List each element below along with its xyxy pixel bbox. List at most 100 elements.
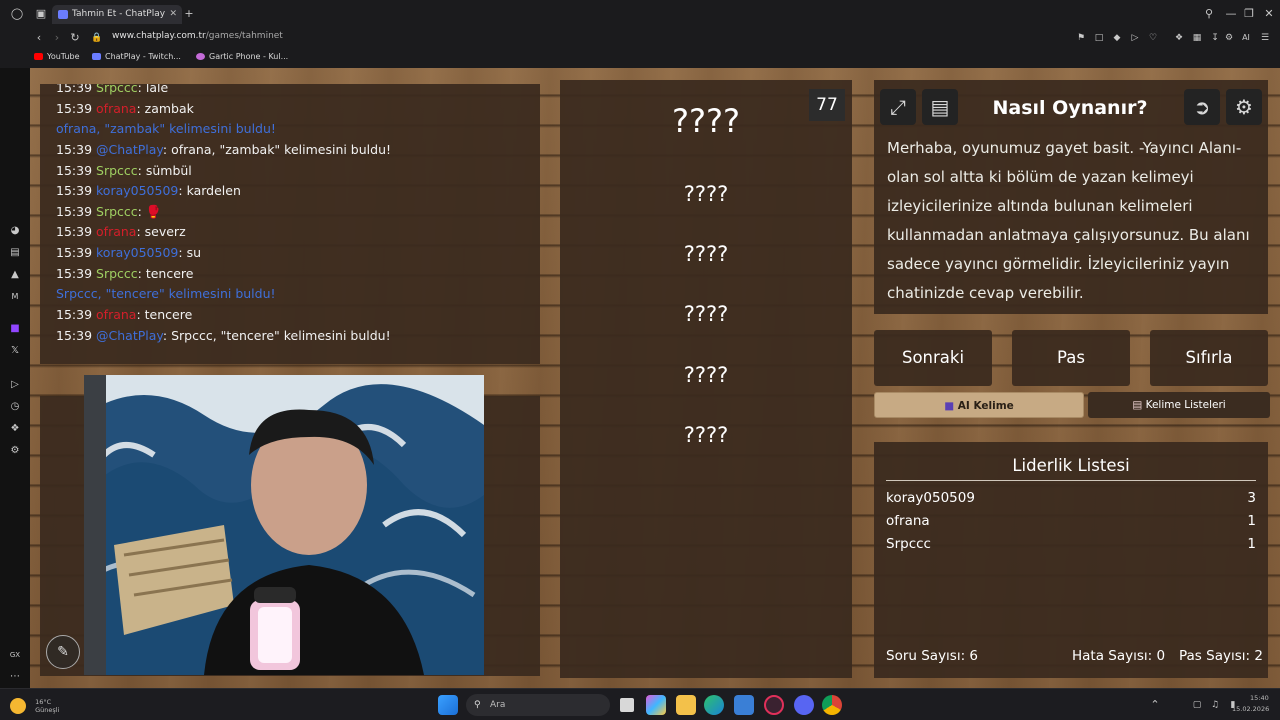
bookmark-chatplay[interactable]: ChatPlay - Twitch...	[92, 52, 181, 61]
message-username[interactable]: ofrana	[96, 101, 136, 116]
player-icon[interactable]: ▷	[8, 378, 22, 392]
exit-button[interactable]: ➲	[1184, 89, 1220, 125]
bookmark-gartic[interactable]: Gartic Phone - Kul...	[196, 52, 288, 61]
forward-icon[interactable]: ›	[50, 31, 64, 45]
extensions-sidebar-icon[interactable]: ❖	[8, 422, 22, 436]
windows-start-icon[interactable]	[438, 695, 458, 715]
tab-close-icon[interactable]: ✕	[169, 5, 177, 24]
download-icon[interactable]: ↧	[1208, 31, 1222, 45]
lock-icon: 🔒	[91, 33, 103, 43]
search-tabs-icon[interactable]: ⚲	[1202, 7, 1216, 21]
notes-button[interactable]: ▤	[922, 89, 958, 125]
message-text: Srpccc, "tencere" kelimesini buldu!	[171, 328, 391, 343]
minimize-icon[interactable]: —	[1224, 7, 1238, 21]
forbidden-word: ????	[683, 302, 729, 326]
message-text: tencere	[145, 266, 194, 281]
message-username[interactable]: Srpccc	[96, 204, 138, 219]
tab-tahmin-et[interactable]: Tahmin Et - ChatPlay ✕	[52, 5, 182, 24]
message-time: 15:39	[56, 307, 93, 322]
clock-time[interactable]: 15:40	[1250, 694, 1269, 702]
system-text: ofrana, "zambak" kelimesini buldu!	[56, 121, 276, 136]
bag-icon[interactable]: ▤	[8, 246, 22, 260]
message-username[interactable]: Srpccc	[96, 266, 138, 281]
message-time: 15:39	[56, 204, 93, 219]
opera-gx-icon[interactable]	[764, 695, 784, 715]
ai-word-tab[interactable]: ■ AI Kelime	[874, 392, 1084, 418]
message-time: 15:39	[56, 328, 93, 343]
youtube-icon	[34, 53, 43, 60]
snapshot-icon[interactable]: □	[1092, 31, 1106, 45]
message-username[interactable]: ofrana	[96, 224, 136, 239]
url-field[interactable]: www.chatplay.com.tr/games/tahminet	[112, 31, 283, 41]
forbidden-word: ????	[683, 182, 729, 206]
message-time: 15:39	[56, 266, 93, 281]
reset-button[interactable]: Sıfırla	[1150, 330, 1268, 386]
wallet-icon[interactable]: ▦	[1190, 31, 1204, 45]
maximize-icon[interactable]: ❐	[1242, 7, 1256, 21]
taskbar-search[interactable]: ⚲ Ara	[466, 694, 610, 716]
pen-tool-button[interactable]: ✎	[46, 635, 80, 669]
chat-message: 15:39 ofrana: tencere	[56, 307, 192, 322]
menu-icon[interactable]: ☰	[1258, 31, 1272, 45]
bookmark-label: YouTube	[47, 52, 80, 61]
chat-message: 15:39 Srpccc: 🥊	[56, 204, 161, 220]
next-button[interactable]: Sonraki	[874, 330, 992, 386]
messenger-icon[interactable]: M	[8, 290, 22, 304]
message-username[interactable]: Srpccc	[96, 163, 138, 178]
leaderboard-row: Srpccc 1	[886, 536, 1256, 552]
bookmark-youtube[interactable]: YouTube	[34, 52, 80, 61]
heart-icon[interactable]: ♡	[1146, 31, 1160, 45]
network-icon[interactable]: ▢	[1190, 698, 1204, 712]
message-time: 15:39	[56, 245, 93, 260]
pass-button[interactable]: Pas	[1012, 330, 1130, 386]
word-lists-tab[interactable]: ▤ Kelime Listeleri	[1088, 392, 1270, 418]
aria-icon[interactable]: ◕	[8, 224, 22, 238]
leaderboard-row: ofrana 1	[886, 513, 1256, 529]
shield-icon[interactable]: ◆	[1110, 31, 1124, 45]
play-icon[interactable]: ▷	[1128, 31, 1142, 45]
copilot-icon[interactable]	[646, 695, 666, 715]
message-text: kardelen	[186, 183, 241, 198]
store-icon[interactable]	[734, 695, 754, 715]
ai-button[interactable]: AI	[1238, 31, 1254, 45]
word-lists-label: Kelime Listeleri	[1145, 399, 1226, 411]
message-time: 15:39	[56, 84, 93, 95]
extensions-icon[interactable]: ❖	[1172, 31, 1186, 45]
chrome-icon[interactable]	[822, 695, 842, 715]
message-username[interactable]: Srpccc	[96, 84, 138, 95]
search-placeholder: Ara	[490, 700, 506, 710]
file-explorer-icon[interactable]	[676, 695, 696, 715]
settings-sidebar-icon[interactable]: ⚙	[8, 444, 22, 458]
message-separator: :	[137, 204, 146, 219]
twitch-icon[interactable]: ■	[8, 322, 22, 336]
history-icon[interactable]: ◷	[8, 400, 22, 414]
reload-icon[interactable]: ↻	[68, 31, 82, 45]
x-icon[interactable]: 𝕏	[8, 344, 22, 358]
message-username[interactable]: @ChatPlay	[96, 328, 163, 343]
fullscreen-button[interactable]: ⤢	[880, 89, 916, 125]
settings-icon[interactable]: ⚙	[1222, 31, 1236, 45]
tray-chevron-icon[interactable]: ⌃	[1148, 698, 1162, 712]
edge-icon[interactable]	[704, 695, 724, 715]
message-username[interactable]: ofrana	[96, 307, 136, 322]
task-view-icon[interactable]	[620, 698, 634, 712]
tab-menu-icon[interactable]: ▣	[34, 7, 48, 21]
message-text: zambak	[144, 101, 194, 116]
discord-icon[interactable]	[794, 695, 814, 715]
close-window-icon[interactable]: ✕	[1262, 7, 1276, 21]
new-tab-icon[interactable]: +	[182, 7, 196, 21]
how-to-play-panel: ⤢ ▤ Nasıl Oynanır? ➲ ⚙ Merhaba, oyunumuz…	[874, 80, 1268, 314]
message-username[interactable]: @ChatPlay	[96, 142, 163, 157]
weather-widget[interactable]: 16°C Güneşli	[10, 695, 59, 714]
pin-icon[interactable]: ⚑	[1074, 31, 1088, 45]
more-icon[interactable]: ⋯	[8, 670, 22, 684]
volume-icon[interactable]: ♫	[1208, 698, 1222, 712]
opera-logo-icon[interactable]: ◯	[10, 7, 24, 21]
message-username[interactable]: koray050509	[96, 245, 178, 260]
message-username[interactable]: koray050509	[96, 183, 178, 198]
settings-button[interactable]: ⚙	[1226, 89, 1262, 125]
image-icon[interactable]: ▲	[8, 268, 22, 282]
back-icon[interactable]: ‹	[32, 31, 46, 45]
message-separator: :	[178, 183, 187, 198]
clock-date[interactable]: 15.02.2026	[1232, 705, 1269, 713]
